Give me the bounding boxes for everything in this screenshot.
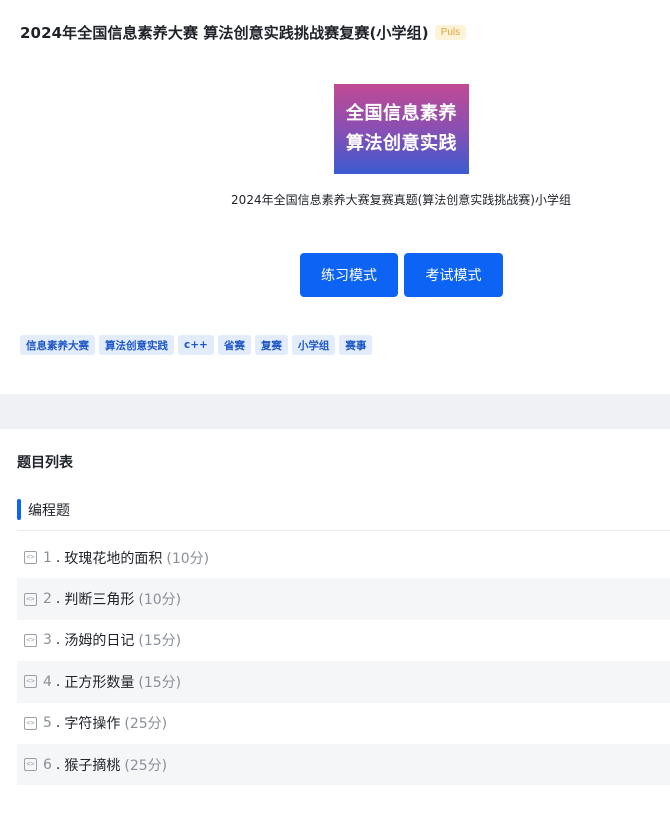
cover-line-1: 全国信息素养 <box>346 103 457 124</box>
tag[interactable]: 省赛 <box>217 335 251 355</box>
title-row: 2024年全国信息素养大赛 算法创意实践挑战赛复赛(小学组) Puls <box>20 22 467 43</box>
problem-number: 4 <box>43 673 52 690</box>
code-icon: <> <box>24 592 37 606</box>
tag[interactable]: c++ <box>178 335 214 355</box>
problem-row[interactable]: <> 1 . 玫瑰花地的面积 (10分) <box>17 537 670 578</box>
problem-name: 玫瑰花地的面积 <box>64 550 163 567</box>
problem-row[interactable]: <> 4 . 正方形数量 (15分) <box>17 661 670 703</box>
exam-mode-button[interactable]: 考试模式 <box>404 253 503 297</box>
section-separator <box>0 394 670 429</box>
tag[interactable]: 算法创意实践 <box>99 335 174 355</box>
problem-name: 猴子摘桃 <box>64 757 121 774</box>
exam-description: 2024年全国信息素养大赛复赛真题(算法创意实践挑战赛)小学组 <box>231 193 571 207</box>
puls-badge: Puls <box>434 25 467 40</box>
problem-dot: . <box>55 549 61 566</box>
code-icon: <> <box>24 675 37 689</box>
problem-dot: . <box>55 756 61 773</box>
problem-score: (15分) <box>138 674 182 691</box>
description-wrap: 2024年全国信息素养大赛复赛真题(算法创意实践挑战赛)小学组 <box>0 191 670 208</box>
problem-score: (10分) <box>166 550 210 567</box>
problem-number: 1 <box>43 549 52 566</box>
problem-row[interactable]: <> 6 . 猴子摘桃 (25分) <box>17 743 670 786</box>
problem-row[interactable]: <> 2 . 判断三角形 (10分) <box>17 578 670 620</box>
tag[interactable]: 信息素养大赛 <box>20 335 95 355</box>
code-icon: <> <box>24 633 37 647</box>
problem-row[interactable]: <> 5 . 字符操作 (25分) <box>17 703 670 744</box>
problem-name: 字符操作 <box>64 716 121 733</box>
tag-list: 信息素养大赛 算法创意实践 c++ 省赛 复赛 小学组 赛事 <box>20 335 373 355</box>
page-title: 2024年全国信息素养大赛 算法创意实践挑战赛复赛(小学组) <box>20 24 429 42</box>
code-icon: <> <box>24 551 37 565</box>
problem-dot: . <box>55 673 61 690</box>
section-header: 编程题 <box>17 499 70 520</box>
cover-line-2: 算法创意实践 <box>346 133 457 154</box>
problem-number: 5 <box>43 715 52 732</box>
problem-name: 汤姆的日记 <box>64 633 135 650</box>
problem-score: (15分) <box>138 633 182 650</box>
practice-mode-button[interactable]: 练习模式 <box>300 253 398 297</box>
section-label: 编程题 <box>28 502 70 519</box>
problem-dot: . <box>55 715 61 732</box>
problem-score: (25分) <box>124 716 168 733</box>
problem-dot: . <box>55 591 61 608</box>
section-accent-bar <box>17 499 21 520</box>
exam-info-panel: 2024年全国信息素养大赛 算法创意实践挑战赛复赛(小学组) Puls 全国信息… <box>0 0 670 394</box>
tag[interactable]: 赛事 <box>339 335 373 355</box>
problem-number: 6 <box>43 756 52 773</box>
problem-list: <> 1 . 玫瑰花地的面积 (10分) <> 2 . 判断三角形 (10分) … <box>17 537 670 786</box>
problem-name: 正方形数量 <box>64 674 135 691</box>
code-icon: <> <box>24 716 37 730</box>
problem-name: 判断三角形 <box>64 592 135 609</box>
tag[interactable]: 小学组 <box>291 335 336 355</box>
problem-score: (25分) <box>124 757 168 774</box>
cover-image: 全国信息素养 算法创意实践 <box>334 84 469 174</box>
divider <box>17 530 670 531</box>
problem-number: 2 <box>43 591 52 608</box>
problem-row[interactable]: <> 3 . 汤姆的日记 (15分) <box>17 620 670 661</box>
problem-list-heading: 题目列表 <box>17 455 73 471</box>
tag[interactable]: 复赛 <box>254 335 288 355</box>
code-icon: <> <box>24 758 37 772</box>
problem-score: (10分) <box>138 592 182 609</box>
problem-number: 3 <box>43 632 52 649</box>
problem-dot: . <box>55 632 61 649</box>
